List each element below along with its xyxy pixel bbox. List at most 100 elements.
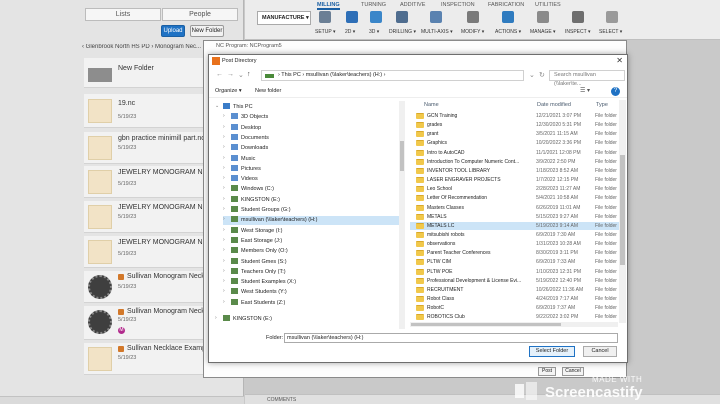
chevron-right-icon[interactable]: › [223,268,225,274]
file-row[interactable]: Masters Classes 6/26/2019 11:01 AM File fo… [410,204,624,213]
file-row[interactable]: INVENTOR TOOL LIBRARY 1/18/2023 8:52 AM Fi… [410,167,624,176]
close-icon[interactable]: ✕ [616,56,623,65]
organize-button[interactable]: Organize ▾ [215,88,242,94]
nav-item[interactable]: ⌄ This PC [215,103,399,112]
chevron-right-icon[interactable]: › [223,247,225,253]
file-row[interactable]: RobotC 6/9/2019 7:37 AM File folder [410,304,624,313]
file-row[interactable]: Intro to AutoCAD 11/1/2021 12:08 PM File f… [410,149,624,158]
chevron-right-icon[interactable]: › [215,315,217,321]
help-icon[interactable]: ? [611,87,620,96]
file-row[interactable]: RECRUITMENT 10/26/2022 11:36 AM File folde… [410,286,624,295]
file-scrollbar-thumb[interactable] [620,155,625,265]
nav-item[interactable]: › Music [223,154,399,164]
chevron-right-icon[interactable]: › [223,237,225,243]
nav-item[interactable]: › msullivan (\\laker\teachers) (H:) [223,216,399,226]
chevron-down-icon[interactable]: ⌄ [215,103,219,109]
nav-item[interactable]: › Videos [223,175,399,184]
new-folder-button[interactable]: New Folder [190,25,224,37]
chevron-right-icon[interactable]: › [223,175,225,181]
inspect-group[interactable]: INSPECT ▾ [565,9,591,37]
file-row[interactable]: PLTW CIM 6/9/2019 7:33 AM File folder [410,258,624,267]
tab-utilities[interactable]: UTILITIES [535,2,561,8]
nav-item[interactable]: › Desktop [223,123,399,133]
chevron-right-icon[interactable]: › [223,165,225,171]
file-row[interactable]: Leo School 2/28/2023 11:27 AM File folder [410,185,624,194]
nav-item[interactable]: › West Students (Y:) [223,288,399,297]
file-row[interactable]: METALS 5/15/2023 9:27 AM File folder [410,213,624,222]
column-name[interactable]: Name [424,102,439,108]
select-group[interactable]: SELECT ▾ [599,9,625,37]
nav-item[interactable]: › Downloads [223,144,399,153]
manage-group[interactable]: MANAGE ▾ [530,9,556,37]
nav-item[interactable]: › West Storage (I:) [223,226,399,236]
nc-cancel-button[interactable]: Cancel [562,367,584,376]
nav-item[interactable]: › Pictures [223,164,399,174]
view-options-icon[interactable]: ☰ ▾ [580,87,590,94]
file-row[interactable]: grades 12/30/2020 5:31 PM File folder [410,121,624,130]
address-bar[interactable]: › This PC › msullivan (\\laker\teachers)… [261,70,524,81]
nav-item[interactable]: › Windows (C:) [223,185,399,194]
nav-item[interactable]: › Student Examples (X:) [223,278,399,287]
tab-inspection[interactable]: INSPECTION [441,2,475,8]
nav-item[interactable]: › Members Only (O:) [223,247,399,256]
back-arrow-icon[interactable]: ← [216,71,223,78]
new-folder-button[interactable]: New folder [255,88,281,94]
file-row[interactable]: Letter Of Recommendation 5/4/2021 10:58 A… [410,194,624,203]
file-row[interactable]: Professional Development & License Evi..… [410,277,624,286]
nav-item[interactable]: › 3D Objects [223,113,399,122]
modify-group[interactable]: MODIFY ▾ [461,9,485,37]
chevron-right-icon[interactable]: › [223,299,225,305]
nav-scrollbar[interactable] [399,101,405,329]
file-row[interactable]: Parent Teacher Conferences 8/30/2019 3:11… [410,249,624,258]
chevron-right-icon[interactable]: › [223,206,225,212]
file-row[interactable]: PLTW POE 1/10/2023 12:31 PM File folder [410,268,624,277]
refresh-icon[interactable]: ↻ [539,71,545,79]
column-date[interactable]: Date modified [537,102,571,108]
file-row[interactable]: observations 1/31/2023 10:28 AM File folde… [410,240,624,249]
nav-item[interactable]: › Documents [223,133,399,143]
chevron-right-icon[interactable]: › [223,196,225,202]
nav-item[interactable]: › Teachers Only (T:) [223,267,399,277]
search-input[interactable]: Search msullivan (\\laker\te... [549,70,625,87]
chevron-down-icon[interactable]: ⌄ [238,71,244,79]
file-row[interactable]: GCN Training 12/21/2021 3:07 PM File folde… [410,112,624,121]
file-row[interactable]: Robot Class 4/24/2019 7:17 AM File folder [410,295,624,304]
tab-people[interactable]: People [162,8,238,21]
up-arrow-icon[interactable]: ↑ [247,71,251,78]
chevron-right-icon[interactable]: › [223,258,225,264]
chevron-right-icon[interactable]: › [223,216,225,222]
file-row[interactable]: METALS LC 5/19/2023 9:14 AM File folder [410,221,624,231]
nav-item[interactable]: › KINGSTON (E:) [223,195,399,205]
nav-item[interactable]: › Student Gmes (S:) [223,257,399,267]
chevron-right-icon[interactable]: › [223,134,225,140]
tab-additive[interactable]: ADDITIVE [400,2,425,8]
actions-group[interactable]: ACTIONS ▾ [495,9,521,37]
nav-item[interactable]: › KINGSTON (E:) [215,315,399,324]
file-row[interactable]: grant 3/5/2021 11:15 AM File folder [410,130,624,139]
2d-group[interactable]: 2D ▾ [343,9,363,37]
multi-axis-group[interactable]: MULTI-AXIS ▾ [421,9,453,37]
upload-button[interactable]: Upload [161,25,185,37]
forward-arrow-icon[interactable]: → [227,71,234,78]
file-row[interactable]: ROBOTICS Club 9/22/2022 3:02 PM File folde… [410,313,624,322]
file-row[interactable]: mitsubishi robots 6/9/2019 7:30 AM File fo… [410,231,624,240]
comments-label[interactable]: COMMENTS [267,397,296,403]
file-row[interactable]: LASER ENGRAVER PROJECTS 1/7/2022 12:15 PM… [410,176,624,185]
tab-turning[interactable]: TURNING [361,2,386,8]
file-row[interactable]: Graphics 10/20/2022 3:36 PM File folder [410,139,624,148]
chevron-right-icon[interactable]: › [223,278,225,284]
tab-fabrication[interactable]: FABRICATION [488,2,524,8]
chevron-right-icon[interactable]: › [223,227,225,233]
file-row[interactable]: Introduction To Computer Numeric Cont...… [410,158,624,167]
folder-field[interactable]: msullivan (\\laker\teachers) (H:) [284,333,618,343]
chevron-right-icon[interactable]: › [223,155,225,161]
nav-item[interactable]: › East Students (Z:) [223,298,399,308]
drilling-group[interactable]: DRILLING ▾ [389,9,416,37]
tab-lists[interactable]: Lists [85,8,161,21]
chevron-right-icon[interactable]: › [223,113,225,119]
cancel-button[interactable]: Cancel [583,346,617,357]
nav-item[interactable]: › Student Groups (G:) [223,206,399,215]
select-folder-button[interactable]: Select Folder [529,346,575,357]
post-button[interactable]: Post [538,367,556,376]
chevron-right-icon[interactable]: › [223,124,225,130]
